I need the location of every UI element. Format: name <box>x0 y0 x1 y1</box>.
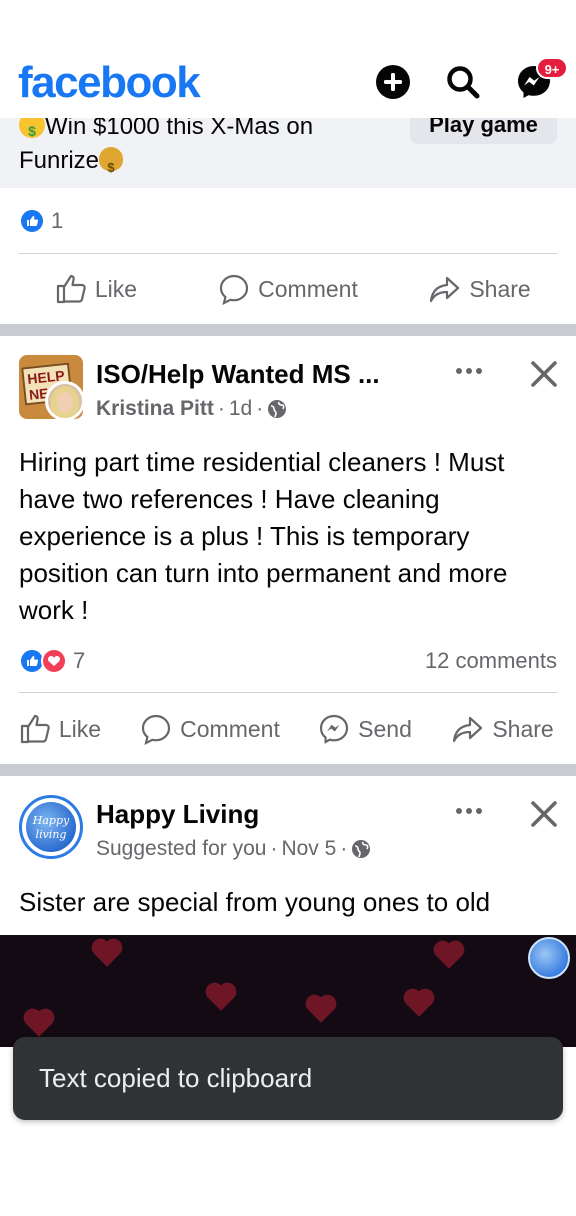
ad-reaction-count: 1 <box>51 208 64 233</box>
close-icon <box>531 361 557 387</box>
like-label: Like <box>58 715 102 742</box>
divider <box>19 692 557 693</box>
heart-decoration <box>208 985 234 1011</box>
share-button[interactable]: Share <box>430 713 576 745</box>
post-header: HELP NE ISO/Help Wanted MS ... Kristina … <box>0 355 576 435</box>
share-button[interactable]: Share <box>384 273 576 305</box>
search-button[interactable] <box>443 62 483 102</box>
notification-badge: 9+ <box>536 57 568 79</box>
post-header: Happy living Happy Living Suggested for … <box>0 795 576 875</box>
post-reactions[interactable]: 7 12 comments <box>19 645 557 677</box>
post-meta: Suggested for you · Nov 5 · <box>96 835 371 863</box>
group-name[interactable]: ISO/Help Wanted MS ... <box>96 357 380 391</box>
post-text[interactable]: Sister are special from young ones to ol… <box>19 884 559 921</box>
meta-separator: · <box>270 837 278 860</box>
snackbar-toast: Text copied to clipboard <box>13 1037 563 1120</box>
post-action-bar: Like Comment Send Share <box>0 699 576 759</box>
more-horizontal-icon <box>456 808 482 814</box>
facebook-logo[interactable]: facebook <box>18 58 201 108</box>
globe-icon <box>268 400 287 418</box>
top-app-bar: facebook <box>0 44 576 118</box>
author-avatar[interactable] <box>45 381 85 421</box>
meta-separator: · <box>217 397 225 420</box>
status-bar <box>0 0 576 44</box>
post-meta: Kristina Pitt · 1d · <box>96 395 287 423</box>
more-options-button[interactable] <box>450 797 488 825</box>
post-text[interactable]: Hiring part time residential cleaners ! … <box>19 444 559 629</box>
share-icon <box>430 276 460 303</box>
heart-decoration <box>436 943 462 969</box>
post-time[interactable]: Nov 5 <box>281 835 336 863</box>
meta-separator: · <box>256 397 264 420</box>
hide-post-button[interactable] <box>527 797 561 831</box>
close-icon <box>531 801 557 827</box>
post-video[interactable] <box>0 935 576 1047</box>
like-reaction-icon <box>19 208 45 234</box>
more-options-button[interactable] <box>450 357 488 385</box>
ad-reactions[interactable]: 1 <box>19 205 557 237</box>
comment-label: Comment <box>258 275 358 302</box>
feed-separator <box>0 764 576 776</box>
comment-button[interactable]: Comment <box>192 273 384 305</box>
share-label: Share <box>492 715 554 742</box>
page-avatar-text: Happy living <box>26 802 76 852</box>
globe-icon <box>352 840 371 858</box>
more-horizontal-icon <box>456 368 482 374</box>
ad-text-line2: Funrize <box>19 147 100 174</box>
ad-action-bar: Like Comment Share <box>0 259 576 319</box>
send-button[interactable]: Send <box>300 713 430 745</box>
comment-button[interactable]: Comment <box>120 713 300 745</box>
post-reaction-count: 7 <box>73 648 86 673</box>
thumbs-up-icon <box>56 274 86 304</box>
love-reaction-icon <box>41 648 67 674</box>
comment-icon <box>142 714 171 745</box>
comments-count[interactable]: 12 comments <box>425 648 557 674</box>
messenger-outline-icon <box>320 714 349 744</box>
create-post-button[interactable] <box>373 62 413 102</box>
hide-post-button[interactable] <box>527 357 561 391</box>
share-icon <box>453 716 483 743</box>
suggested-label: Suggested for you <box>96 837 267 860</box>
feed-separator <box>0 324 576 336</box>
page-avatar[interactable]: Happy living <box>19 795 83 859</box>
like-button[interactable]: Like <box>0 713 120 745</box>
group-avatar[interactable]: HELP NE <box>19 355 85 421</box>
page-name[interactable]: Happy Living <box>96 797 259 831</box>
heart-decoration <box>26 1011 52 1037</box>
like-label: Like <box>94 275 138 302</box>
heart-decoration <box>406 991 432 1017</box>
share-label: Share <box>469 275 531 302</box>
comment-icon <box>220 274 249 305</box>
author-name[interactable]: Kristina Pitt <box>96 395 214 423</box>
money-bag-emoji-icon <box>99 147 124 185</box>
ad-text: Win $1000 this X-Mas on Funrize <box>19 110 379 185</box>
plus-circle-icon <box>376 65 410 99</box>
heart-decoration <box>308 997 334 1023</box>
thumbs-up-icon <box>20 714 50 744</box>
watermark-logo <box>528 937 570 979</box>
comment-label: Comment <box>180 715 280 742</box>
divider <box>19 253 557 254</box>
meta-separator: · <box>340 837 348 860</box>
like-button[interactable]: Like <box>0 273 192 305</box>
post-time[interactable]: 1d <box>229 395 252 423</box>
search-icon <box>447 66 480 99</box>
heart-decoration <box>94 941 120 967</box>
send-label: Send <box>358 715 412 742</box>
